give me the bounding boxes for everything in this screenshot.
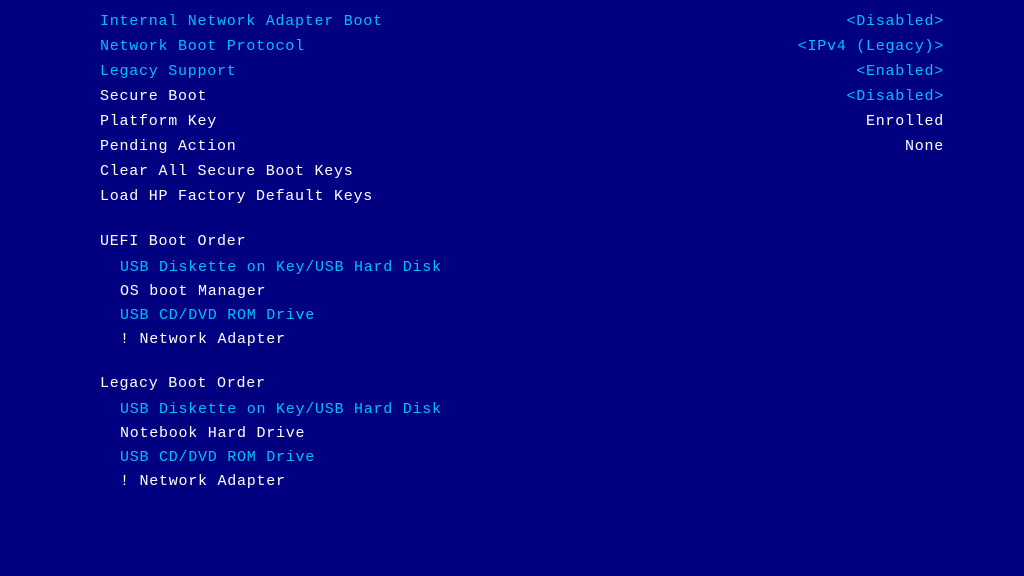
uefi-item-1[interactable]: USB Diskette on Key/USB Hard Disk	[120, 256, 944, 280]
value-legacy-support: <Enabled>	[856, 60, 944, 84]
uefi-boot-order-header: UEFI Boot Order	[100, 230, 944, 254]
legacy-item-1[interactable]: USB Diskette on Key/USB Hard Disk	[120, 398, 944, 422]
row-clear-secure-boot-keys: Clear All Secure Boot Keys	[100, 160, 944, 184]
row-platform-key: Platform Key Enrolled	[100, 110, 944, 134]
spacer-1	[100, 210, 944, 220]
row-secure-boot: Secure Boot <Disabled>	[100, 85, 944, 109]
legacy-item-4[interactable]: ! Network Adapter	[120, 470, 944, 494]
label-pending-action: Pending Action	[100, 135, 237, 159]
bios-content: Internal Network Adapter Boot <Disabled>…	[100, 10, 944, 494]
label-network-boot-protocol: Network Boot Protocol	[100, 35, 305, 59]
label-internal-network-adapter: Internal Network Adapter Boot	[100, 10, 383, 34]
legacy-item-3[interactable]: USB CD/DVD ROM Drive	[120, 446, 944, 470]
uefi-item-2[interactable]: OS boot Manager	[120, 280, 944, 304]
bios-screen: Internal Network Adapter Boot <Disabled>…	[0, 0, 1024, 576]
label-platform-key: Platform Key	[100, 110, 217, 134]
label-secure-boot: Secure Boot	[100, 85, 207, 109]
label-load-hp-factory-keys: Load HP Factory Default Keys	[100, 185, 373, 209]
spacer-2	[100, 352, 944, 362]
legacy-items-list: USB Diskette on Key/USB Hard Disk Notebo…	[100, 398, 944, 494]
label-legacy-support: Legacy Support	[100, 60, 237, 84]
value-platform-key: Enrolled	[866, 110, 944, 134]
legacy-item-2[interactable]: Notebook Hard Drive	[120, 422, 944, 446]
legacy-boot-order-header: Legacy Boot Order	[100, 372, 944, 396]
uefi-items-list: USB Diskette on Key/USB Hard Disk OS boo…	[100, 256, 944, 352]
row-legacy-support: Legacy Support <Enabled>	[100, 60, 944, 84]
row-network-boot-protocol: Network Boot Protocol <IPv4 (Legacy)>	[100, 35, 944, 59]
uefi-item-3[interactable]: USB CD/DVD ROM Drive	[120, 304, 944, 328]
row-internal-network-adapter: Internal Network Adapter Boot <Disabled>	[100, 10, 944, 34]
value-pending-action: None	[905, 135, 944, 159]
uefi-item-4[interactable]: ! Network Adapter	[120, 328, 944, 352]
value-internal-network-adapter: <Disabled>	[846, 10, 944, 34]
label-clear-secure-boot-keys: Clear All Secure Boot Keys	[100, 160, 354, 184]
row-pending-action: Pending Action None	[100, 135, 944, 159]
value-secure-boot: <Disabled>	[846, 85, 944, 109]
value-network-boot-protocol: <IPv4 (Legacy)>	[798, 35, 944, 59]
row-load-hp-factory-keys: Load HP Factory Default Keys	[100, 185, 944, 209]
